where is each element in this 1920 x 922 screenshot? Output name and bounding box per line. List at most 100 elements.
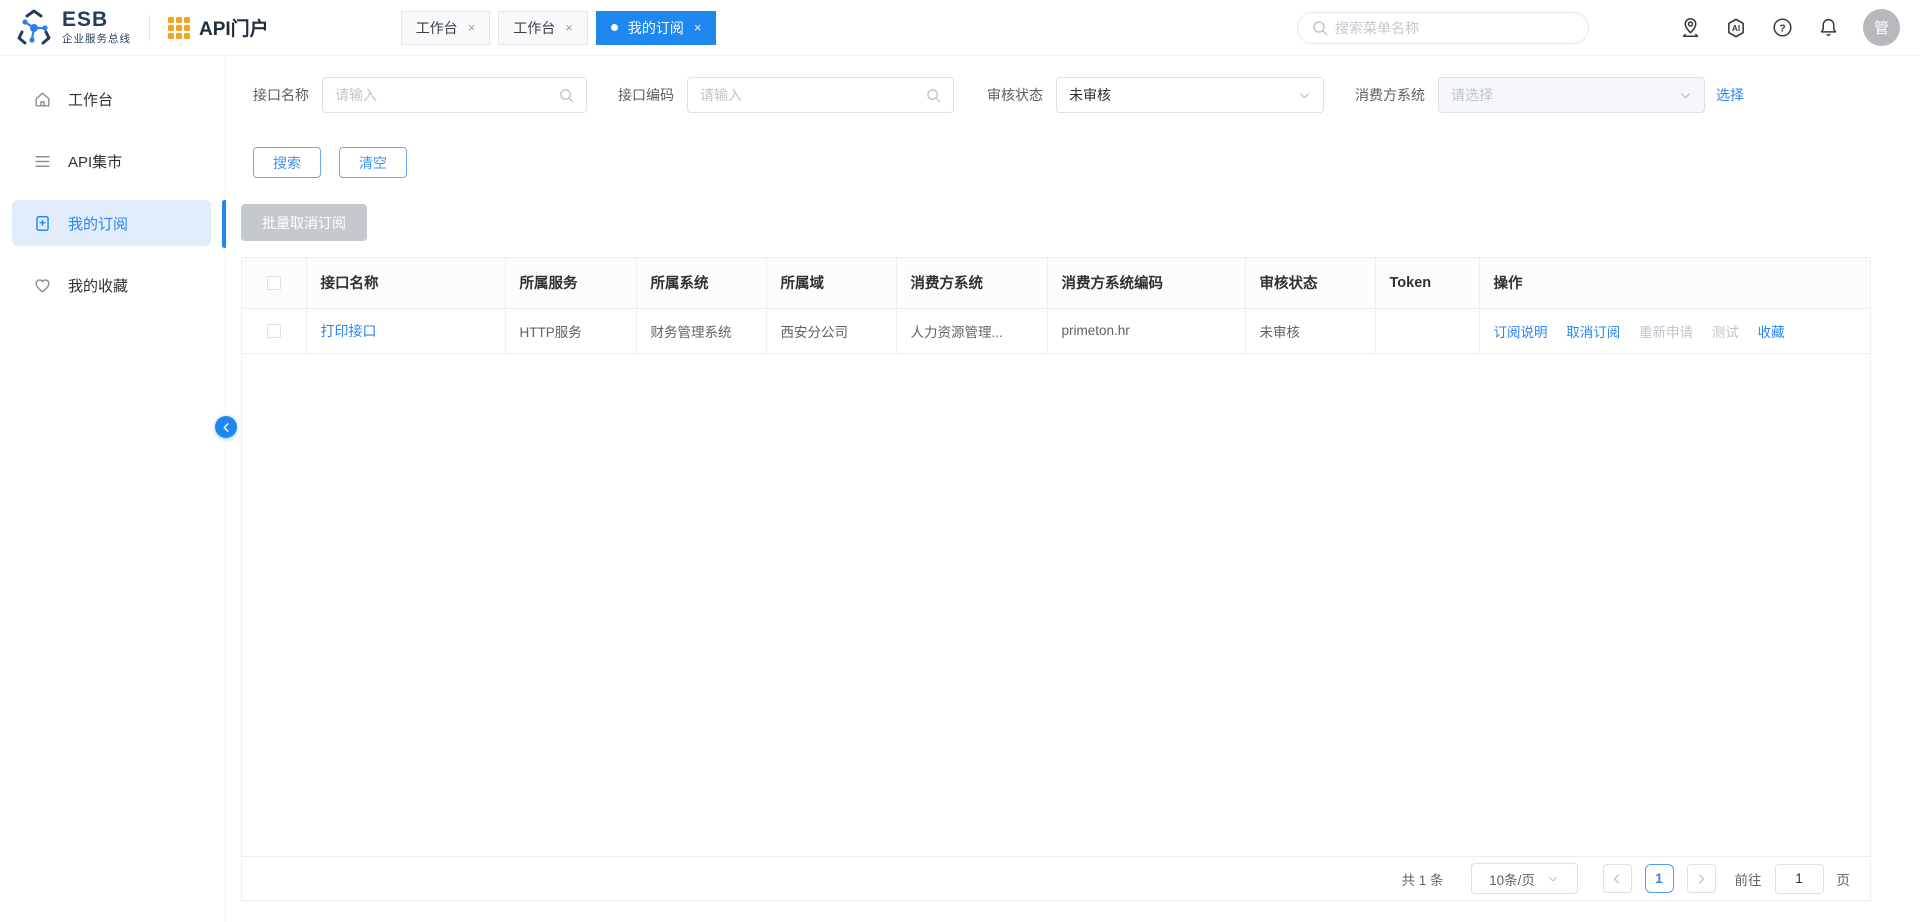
app-header: ESB 企业服务总线 API门户 工作台 × 工作台 × 我的订阅 × 搜索菜单… bbox=[0, 0, 1920, 56]
batch-toolbar: 批量取消订阅 bbox=[226, 178, 1920, 241]
cell-consumer: 人力资源管理... bbox=[896, 308, 1048, 354]
prev-page-button bbox=[1602, 864, 1632, 893]
consumer-system-select: 请选择 bbox=[1438, 77, 1705, 113]
next-page-button bbox=[1686, 864, 1716, 893]
tab-label: 工作台 bbox=[513, 19, 556, 36]
main-content: 接口名称 接口编码 审核状态 未审核 消费方系统 请选择 bbox=[226, 56, 1920, 922]
action-unsubscribe[interactable]: 取消订阅 bbox=[1566, 325, 1620, 340]
heart-icon bbox=[32, 275, 52, 295]
tab-close-icon[interactable]: × bbox=[694, 20, 702, 35]
interface-name-input[interactable] bbox=[335, 87, 559, 103]
sidebar-item-label: 我的收藏 bbox=[68, 277, 129, 295]
sidebar-item-api-market[interactable]: API集市 bbox=[12, 138, 211, 184]
action-favorite[interactable]: 收藏 bbox=[1758, 325, 1785, 340]
cell-consumer-code: primeton.hr bbox=[1047, 308, 1246, 354]
action-reapply: 重新申请 bbox=[1639, 324, 1694, 340]
col-consumer-code: 消费方系统编码 bbox=[1047, 258, 1246, 309]
audit-status-select[interactable]: 未审核 bbox=[1056, 77, 1324, 113]
interface-name-label: 接口名称 bbox=[253, 87, 309, 103]
esb-logo-icon bbox=[17, 9, 51, 44]
tab-label: 工作台 bbox=[415, 19, 458, 36]
svg-text:AI: AI bbox=[1732, 24, 1740, 33]
logo-subtitle: 企业服务总线 bbox=[62, 33, 131, 45]
col-audit-status: 审核状态 bbox=[1245, 258, 1376, 309]
chevron-down-icon bbox=[1681, 92, 1690, 98]
user-avatar[interactable]: 管 bbox=[1863, 9, 1900, 46]
esb-logo: ESB 企业服务总线 bbox=[14, 8, 131, 48]
cell-service: HTTP服务 bbox=[505, 308, 637, 354]
consumer-system-label: 消费方系统 bbox=[1355, 87, 1425, 103]
subscriptions-table: 接口名称 所属服务 所属系统 所属域 消费方系统 消费方系统编码 审核状态 To… bbox=[242, 258, 1870, 354]
page-number-1[interactable]: 1 bbox=[1644, 864, 1674, 893]
tab-my-subscriptions[interactable]: 我的订阅 × bbox=[595, 10, 717, 45]
svg-text:?: ? bbox=[1779, 22, 1785, 34]
tab-close-icon[interactable]: × bbox=[468, 20, 476, 35]
subscriptions-table-container: 接口名称 所属服务 所属系统 所属域 消费方系统 消费方系统编码 审核状态 To… bbox=[241, 257, 1871, 901]
search-button[interactable]: 搜索 bbox=[253, 147, 321, 178]
interface-code-field bbox=[687, 77, 954, 113]
clear-button[interactable]: 清空 bbox=[339, 147, 407, 178]
cell-domain: 西安分公司 bbox=[766, 308, 897, 354]
consumer-system-placeholder: 请选择 bbox=[1451, 87, 1493, 103]
sidebar-item-label: 工作台 bbox=[68, 91, 114, 109]
interface-name-link[interactable]: 打印接口 bbox=[321, 323, 377, 339]
sidebar-collapse-button[interactable] bbox=[215, 416, 237, 438]
guide-pin-icon[interactable] bbox=[1679, 17, 1701, 39]
row-actions: 订阅说明 取消订阅 重新申请 测试 收藏 bbox=[1479, 308, 1870, 354]
cell-status: 未审核 bbox=[1245, 308, 1376, 354]
bookmark-plus-icon bbox=[32, 213, 52, 233]
page-size-select[interactable]: 10条/页 bbox=[1470, 863, 1578, 894]
tab-workbench-2[interactable]: 工作台 × bbox=[498, 10, 588, 45]
filter-bar: 接口名称 接口编码 审核状态 未审核 消费方系统 请选择 bbox=[226, 56, 1920, 113]
table-row: 打印接口 HTTP服务 财务管理系统 西安分公司 人力资源管理... prime… bbox=[242, 308, 1870, 354]
action-subscription-info[interactable]: 订阅说明 bbox=[1494, 325, 1548, 340]
ai-assistant-icon[interactable]: AI bbox=[1725, 17, 1747, 39]
filter-actions: 搜索 清空 bbox=[226, 113, 1920, 178]
audit-status-label: 审核状态 bbox=[987, 87, 1043, 103]
search-icon[interactable] bbox=[926, 88, 941, 103]
grid-icon bbox=[168, 16, 190, 39]
goto-page-input[interactable] bbox=[1774, 863, 1824, 894]
col-consumer-system: 消费方系统 bbox=[896, 258, 1048, 309]
interface-code-input[interactable] bbox=[700, 87, 926, 103]
menu-search bbox=[1297, 11, 1589, 44]
page-size-value: 10条/页 bbox=[1489, 872, 1535, 888]
sidebar-item-my-subscriptions[interactable]: 我的订阅 bbox=[12, 200, 211, 246]
pagination-bar: 共 1 条 10条/页 1 前往 页 bbox=[242, 856, 1870, 900]
avatar-text: 管 bbox=[1873, 20, 1889, 37]
sidebar-item-label: 我的订阅 bbox=[68, 215, 129, 233]
header-divider bbox=[149, 14, 150, 41]
menu-search-input[interactable] bbox=[1335, 19, 1574, 36]
page-suffix: 页 bbox=[1836, 872, 1851, 888]
select-all-checkbox[interactable] bbox=[266, 275, 281, 290]
chevron-right-icon bbox=[1698, 873, 1705, 884]
chevron-left-icon bbox=[1613, 873, 1620, 884]
cell-system: 财务管理系统 bbox=[636, 308, 767, 354]
col-operations: 操作 bbox=[1479, 258, 1870, 309]
portal-title: API门户 bbox=[199, 19, 269, 40]
open-page-tabs: 工作台 × 工作台 × 我的订阅 × bbox=[400, 10, 717, 45]
goto-label: 前往 bbox=[1734, 872, 1762, 888]
sidebar-item-workbench[interactable]: 工作台 bbox=[12, 76, 211, 122]
batch-unsubscribe-button: 批量取消订阅 bbox=[241, 204, 367, 241]
sidebar-item-label: API集市 bbox=[68, 153, 123, 171]
help-icon[interactable]: ? bbox=[1771, 17, 1793, 39]
consumer-system-choose-link[interactable]: 选择 bbox=[1716, 85, 1744, 105]
notifications-bell-icon[interactable] bbox=[1817, 17, 1839, 39]
cell-token bbox=[1375, 308, 1480, 354]
interface-code-label: 接口编码 bbox=[618, 87, 674, 103]
action-test: 测试 bbox=[1711, 324, 1739, 340]
chevron-down-icon bbox=[1300, 92, 1309, 98]
table-header-row: 接口名称 所属服务 所属系统 所属域 消费方系统 消费方系统编码 审核状态 To… bbox=[242, 258, 1870, 309]
col-domain: 所属域 bbox=[766, 258, 897, 309]
search-icon[interactable] bbox=[559, 88, 574, 103]
tab-label: 我的订阅 bbox=[627, 19, 684, 36]
active-dot bbox=[610, 24, 618, 31]
row-checkbox[interactable] bbox=[266, 324, 281, 339]
sidebar-item-my-favorites[interactable]: 我的收藏 bbox=[12, 262, 211, 308]
col-service: 所属服务 bbox=[505, 258, 637, 309]
chevron-down-icon bbox=[1548, 876, 1557, 882]
logo-title: ESB bbox=[62, 8, 109, 31]
tab-workbench-1[interactable]: 工作台 × bbox=[400, 10, 491, 45]
tab-close-icon[interactable]: × bbox=[565, 20, 573, 35]
